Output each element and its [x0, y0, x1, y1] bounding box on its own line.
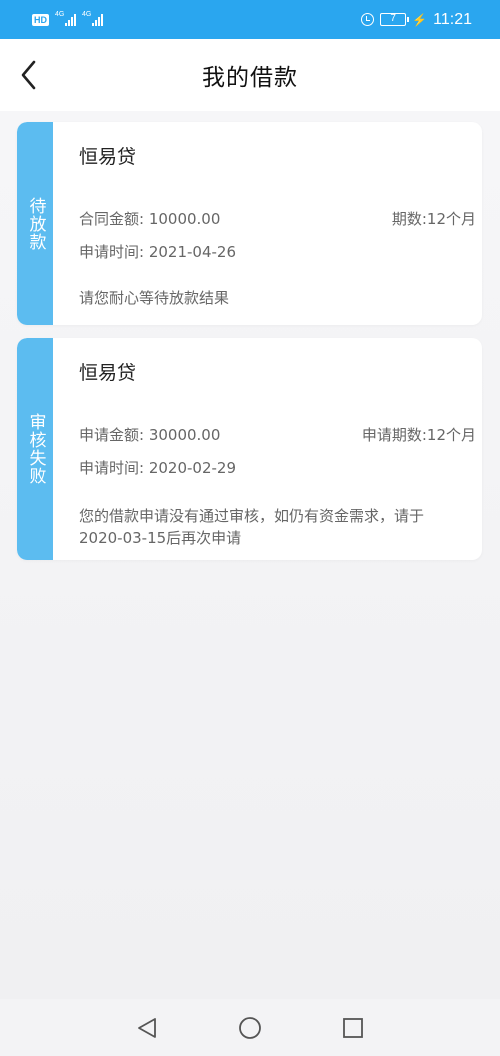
amount-text: 合同金额: 10000.00 [79, 210, 221, 228]
apply-time-text: 申请时间: 2021-04-26 [79, 243, 236, 261]
nav-recents-button[interactable] [340, 1015, 366, 1041]
nav-back-button[interactable] [134, 1015, 160, 1041]
status-right: 7 ⚡ 11:21 [361, 11, 472, 29]
battery-icon: 7 [380, 13, 410, 26]
term-text: 申请期数:12个月 [361, 426, 476, 444]
status-left: HD 4G 4G [32, 10, 103, 26]
card-body: 恒易贷 合同金额: 10000.00 期数:12个月 申请时间: 2021-04… [79, 122, 476, 325]
signal-icon: 4G [55, 10, 76, 26]
status-tab: 审核失败 [17, 338, 53, 560]
status-bar: HD 4G 4G 7 ⚡ 11:21 [0, 0, 500, 39]
apply-time-text: 申请时间: 2020-02-29 [79, 459, 236, 477]
loan-card[interactable]: 待放款 恒易贷 合同金额: 10000.00 期数:12个月 申请时间: 202… [17, 122, 482, 325]
status-label: 待放款 [25, 196, 46, 251]
back-triangle-icon [137, 1017, 156, 1038]
signal-icon: 4G [82, 10, 103, 26]
charging-icon: ⚡ [412, 12, 428, 27]
system-nav-bar [0, 999, 500, 1056]
page-title: 我的借款 [202, 65, 298, 91]
time-row: 申请时间: 2020-02-29 [79, 457, 476, 478]
card-body: 恒易贷 申请金额: 30000.00 申请期数:12个月 申请时间: 2020-… [79, 338, 476, 560]
status-note-line: 2020-03-15后再次申请 [79, 529, 242, 547]
lender-name: 恒易贷 [79, 362, 137, 384]
nav-home-button[interactable] [237, 1015, 263, 1041]
status-label: 审核失败 [25, 413, 46, 485]
amount-row: 申请金额: 30000.00 申请期数:12个月 [79, 424, 476, 445]
amount-row: 合同金额: 10000.00 期数:12个月 [79, 208, 476, 229]
lender-name: 恒易贷 [79, 146, 137, 168]
hd-icon: HD [32, 13, 49, 26]
clock: 11:21 [433, 10, 472, 28]
back-button[interactable] [16, 57, 46, 93]
loan-card[interactable]: 审核失败 恒易贷 申请金额: 30000.00 申请期数:12个月 申请时间: … [17, 338, 482, 560]
status-note-line: 您的借款申请没有通过审核，如仍有资金需求，请于 [79, 507, 425, 525]
recents-square-icon [343, 1017, 364, 1038]
time-row: 申请时间: 2021-04-26 [79, 241, 476, 262]
network-type-label: 4G [82, 10, 92, 18]
status-note: 您的借款申请没有通过审核，如仍有资金需求，请于 2020-03-15后再次申请 [79, 505, 476, 549]
amount-text: 申请金额: 30000.00 [79, 426, 221, 444]
alarm-icon [361, 13, 375, 26]
home-circle-icon [239, 1016, 261, 1039]
status-tab: 待放款 [17, 122, 53, 325]
app-header: 我的借款 [0, 39, 500, 111]
chevron-left-icon [21, 60, 36, 90]
network-type-label: 4G [55, 10, 65, 18]
loan-list: 待放款 恒易贷 合同金额: 10000.00 期数:12个月 申请时间: 202… [0, 111, 500, 999]
term-text: 期数:12个月 [391, 210, 476, 228]
status-note: 请您耐心等待放款结果 [79, 289, 230, 307]
